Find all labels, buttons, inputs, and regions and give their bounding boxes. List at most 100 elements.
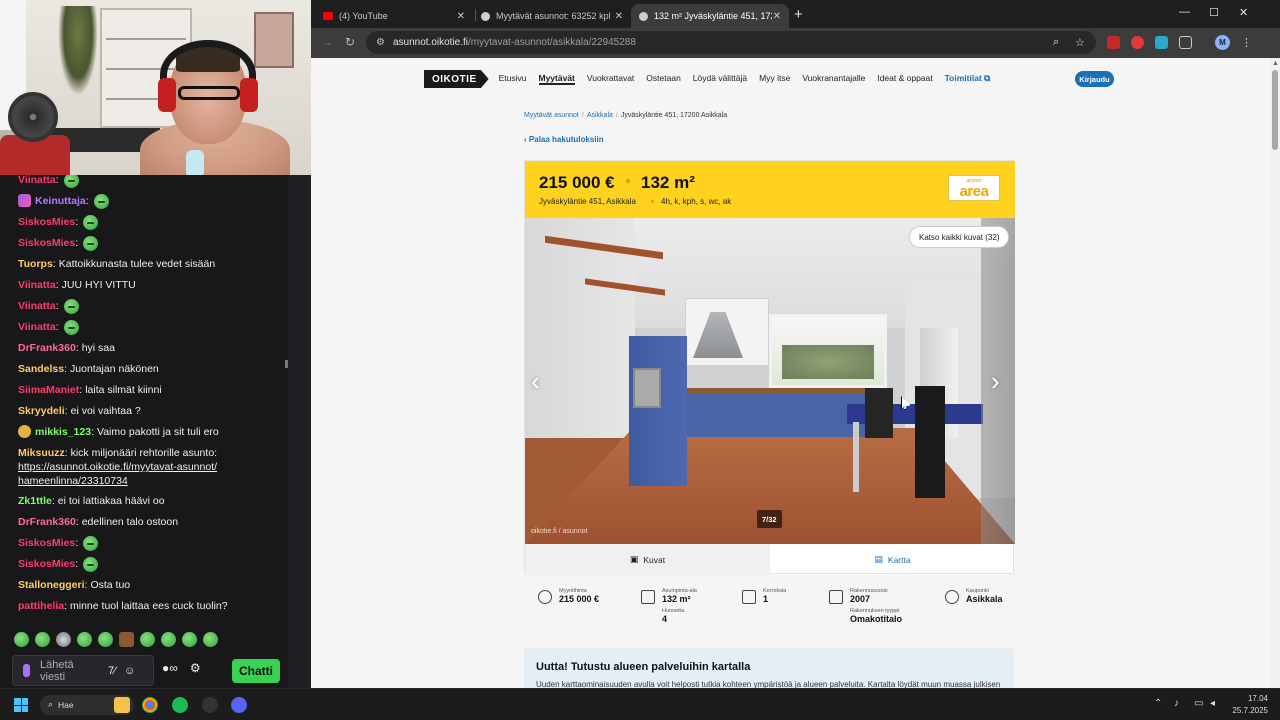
profile-avatar[interactable]: M xyxy=(1215,35,1230,50)
chat-username[interactable]: DrFrank360 xyxy=(18,341,76,355)
next-photo-icon[interactable]: › xyxy=(991,366,1000,397)
pepe-emote-icon xyxy=(63,299,79,314)
close-icon[interactable]: ✕ xyxy=(773,11,781,22)
chat-message: Keinuttaja: xyxy=(18,191,280,212)
points-icon[interactable]: ●∞ xyxy=(162,661,178,675)
chat-username[interactable]: mikkis_123 xyxy=(35,425,91,439)
chat-username[interactable]: Viinatta xyxy=(18,320,56,334)
emote-icon[interactable] xyxy=(203,632,218,647)
back-to-results-link[interactable]: ‹ Palaa hakutuloksiin xyxy=(524,135,604,144)
zoom-icon[interactable]: ⌕ xyxy=(1053,36,1059,49)
nav-ostetaan[interactable]: Ostetaan xyxy=(646,73,681,85)
bookmark-star-icon[interactable]: ☆ xyxy=(1075,36,1085,49)
new-tab-button[interactable]: + xyxy=(794,6,803,23)
chat-username[interactable]: SiskosMies xyxy=(18,215,75,229)
chat-scrollbar[interactable] xyxy=(285,360,288,368)
seven-tv-icon[interactable]: 7⁄ xyxy=(108,665,116,677)
emote-icon[interactable] xyxy=(35,632,50,647)
clock[interactable]: 17.04 25.7.2025 xyxy=(1224,693,1268,717)
chat-username[interactable]: Viinatta xyxy=(18,173,56,187)
agency-logo[interactable]: asunto area xyxy=(948,175,1000,201)
chat-username[interactable]: SiskosMies xyxy=(18,536,75,550)
extension-record-icon[interactable] xyxy=(1131,36,1144,49)
chat-username[interactable]: DrFrank360 xyxy=(18,515,76,529)
listing-rooms: 4h, k, kph, s, wc, ak xyxy=(661,197,732,206)
forward-icon[interactable]: → xyxy=(321,35,333,49)
display-icon[interactable]: ▭ xyxy=(1194,698,1203,709)
gear-icon[interactable]: ⚙ xyxy=(190,661,201,675)
chat-username[interactable]: SiskosMies xyxy=(18,236,75,250)
nav-ideat-oppaat[interactable]: Ideat & oppaat xyxy=(877,73,932,85)
nav-vuokrattavat[interactable]: Vuokrattavat xyxy=(587,73,634,85)
tab-youtube[interactable]: (4) YouTube ✕ xyxy=(315,4,473,28)
emote-icon[interactable] xyxy=(182,632,197,647)
chat-username[interactable]: Zk1ttle xyxy=(18,494,52,508)
extension-adblock-icon[interactable] xyxy=(1107,36,1120,49)
scrollbar-thumb[interactable] xyxy=(1272,70,1278,150)
emote-icon[interactable] xyxy=(119,632,134,647)
close-window-icon[interactable]: ✕ xyxy=(1239,6,1248,19)
chat-username[interactable]: Keinuttaja xyxy=(35,194,86,208)
chat-send-button[interactable]: Chatti xyxy=(232,659,280,683)
chat-link[interactable]: https://asunnot.oikotie.fi/myytavat-asun… xyxy=(18,460,218,488)
page-scrollbar[interactable]: ▲ xyxy=(1270,58,1280,688)
pepe-emote-icon xyxy=(93,194,109,209)
chat-username[interactable]: pattihelia xyxy=(18,599,64,613)
external-link-icon: ⧉ xyxy=(984,73,991,83)
emote-icon[interactable] xyxy=(98,632,113,647)
close-icon[interactable]: ✕ xyxy=(615,11,623,22)
reload-icon[interactable]: ↻ xyxy=(345,35,355,49)
discord-icon[interactable] xyxy=(231,697,247,713)
tab-photos[interactable]: ▣ Kuvat xyxy=(525,544,770,575)
site-info-icon[interactable]: ⚙ xyxy=(376,37,385,48)
maximize-icon[interactable]: ☐ xyxy=(1209,6,1219,19)
emote-icon[interactable] xyxy=(14,632,29,647)
mic-icon[interactable] xyxy=(23,664,30,677)
nav-toimitilat[interactable]: Toimitilat ⧉ xyxy=(945,73,991,85)
previous-photo-icon[interactable]: ‹ xyxy=(531,366,540,397)
emoji-icon[interactable]: ☺ xyxy=(124,665,135,677)
windows-start-icon[interactable] xyxy=(14,698,28,712)
tab-map[interactable]: ▤ Kartta xyxy=(770,544,1015,575)
extension-seventv-icon[interactable] xyxy=(1155,36,1168,49)
emote-icon[interactable] xyxy=(140,632,155,647)
chat-username[interactable]: SiskosMies xyxy=(18,557,75,571)
breadcrumb-item[interactable]: Myytävät asunnot xyxy=(524,112,579,119)
obs-icon[interactable] xyxy=(202,697,218,713)
chat-input[interactable]: Lähetä viesti 7⁄ ☺ xyxy=(12,655,154,686)
oikotie-logo[interactable]: OIKOTIE xyxy=(424,70,489,88)
emote-icon[interactable] xyxy=(161,632,176,647)
emote-icon[interactable] xyxy=(56,632,71,647)
chrome-icon[interactable] xyxy=(142,697,158,713)
minimize-icon[interactable]: — xyxy=(1179,6,1190,18)
chat-username[interactable]: Tuorps xyxy=(18,257,53,271)
nav-etusivu[interactable]: Etusivu xyxy=(499,73,527,85)
nav-myy-itse[interactable]: Myy itse xyxy=(759,73,790,85)
login-button[interactable]: Kirjaudu xyxy=(1075,71,1114,87)
address-bar[interactable]: ⚙ asunnot.oikotie.fi/myytavat-asunnot/as… xyxy=(366,31,1096,54)
view-all-photos-button[interactable]: Katso kaikki kuvat (32) xyxy=(909,226,1010,248)
chat-username[interactable]: Viinatta xyxy=(18,278,56,292)
chat-username[interactable]: Sandelss xyxy=(18,362,64,376)
tab-oikotie-search[interactable]: Myytävät asunnot: 63252 kpl - Oikotie ✕ xyxy=(473,4,631,28)
file-explorer-icon[interactable] xyxy=(114,697,130,713)
breadcrumb-item[interactable]: Asikkala xyxy=(587,112,613,119)
close-icon[interactable]: ✕ xyxy=(457,11,465,22)
listing-photo[interactable]: ‹ › Katso kaikki kuvat (32) 7/32 oikotie… xyxy=(525,218,1015,544)
speaker-icon[interactable]: ◂ xyxy=(1210,698,1215,709)
tab-listing[interactable]: 132 m² Jyväskyläntie 451, 17200 Asikkala… xyxy=(631,4,789,28)
nav-loyda-valittaja[interactable]: Löydä välittäjä xyxy=(693,73,747,85)
chat-username[interactable]: SiimaManiet xyxy=(18,383,79,397)
emote-icon[interactable] xyxy=(77,632,92,647)
extensions-puzzle-icon[interactable] xyxy=(1179,36,1192,49)
chat-username[interactable]: Skryydeli xyxy=(18,404,65,418)
menu-kebab-icon[interactable]: ⋮ xyxy=(1241,36,1252,49)
microphone-icon[interactable]: ♪ xyxy=(1174,698,1179,709)
nav-vuokranantajalle[interactable]: Vuokranantajalle xyxy=(802,73,865,85)
spotify-icon[interactable] xyxy=(172,697,188,713)
nav-myytavat[interactable]: Myytävät xyxy=(538,73,575,85)
chat-username[interactable]: Miksuuzz xyxy=(18,446,65,460)
chevron-up-icon[interactable]: ⌃ xyxy=(1154,698,1162,709)
chat-username[interactable]: Viinatta xyxy=(18,299,56,313)
chat-username[interactable]: Stalloneggeri xyxy=(18,578,85,592)
